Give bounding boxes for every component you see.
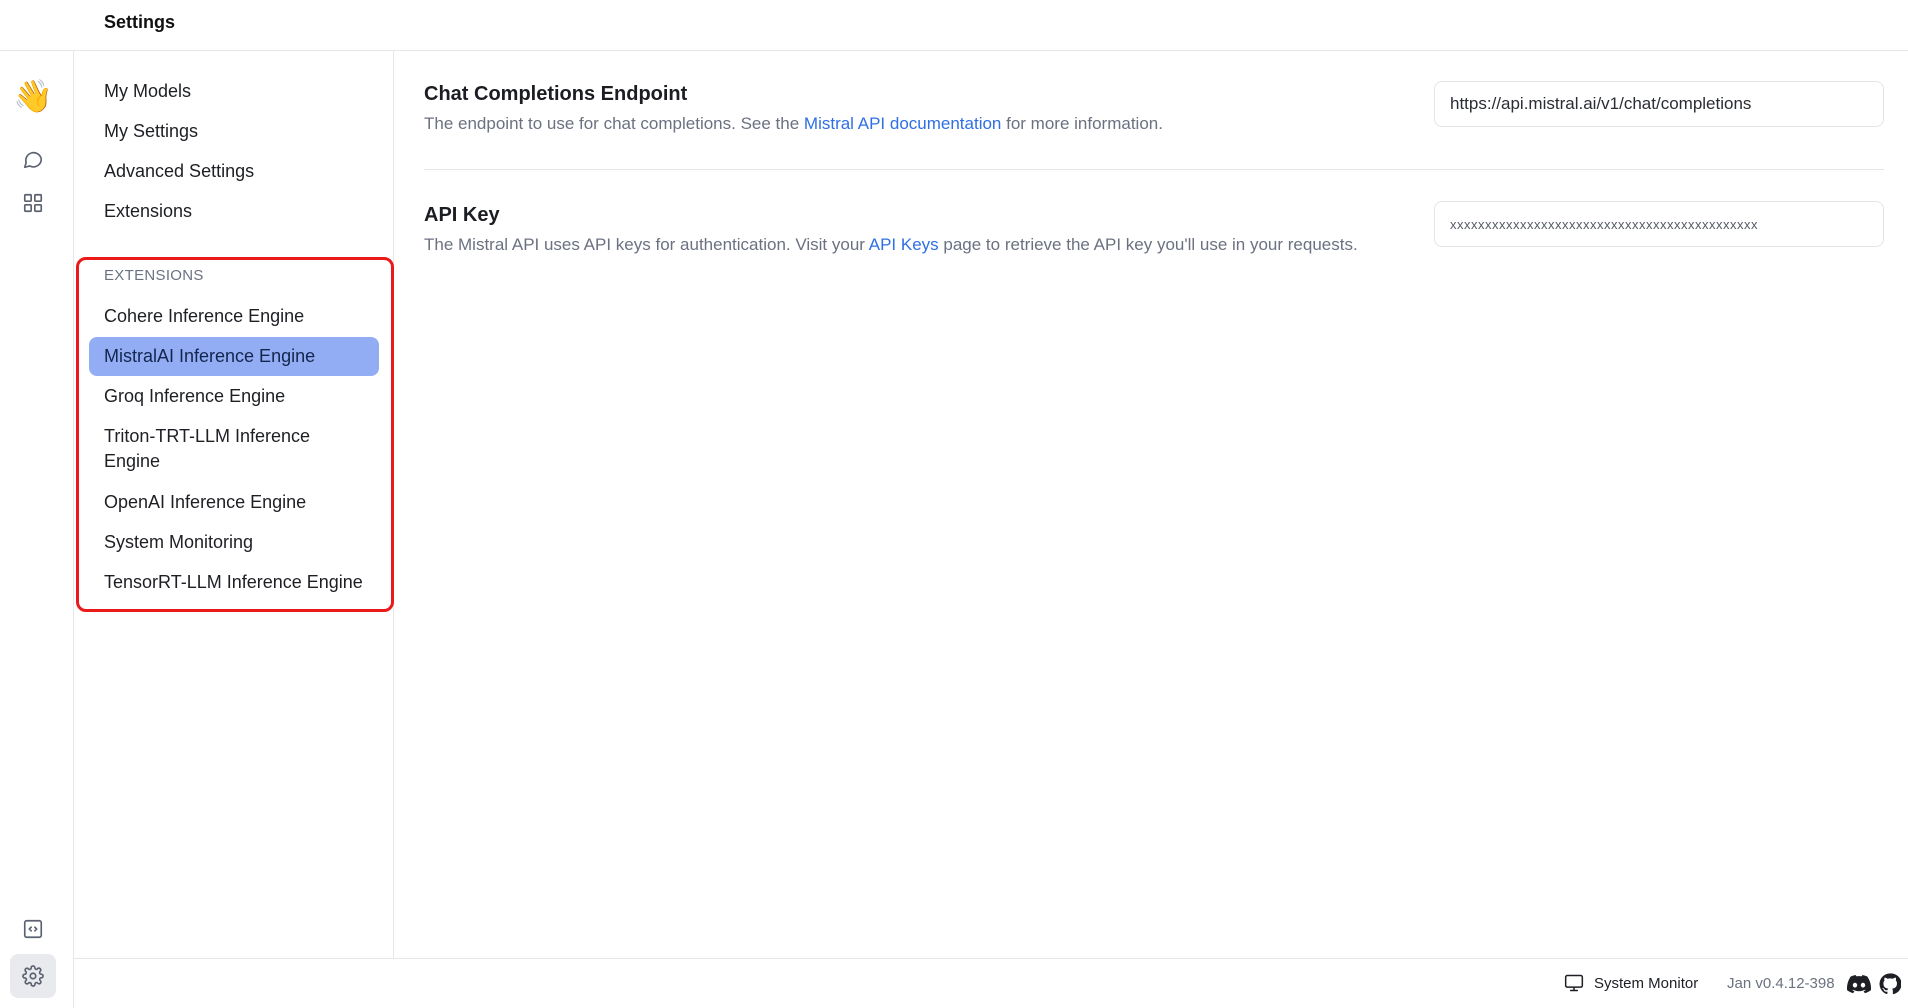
extension-item-triton-trt-llm[interactable]: Triton-TRT-LLM Inference Engine [89, 417, 339, 481]
version-label: Jan v0.4.12-398 [1727, 975, 1835, 992]
settings-icon[interactable] [10, 954, 56, 998]
monitor-icon [1564, 974, 1584, 992]
discord-icon[interactable] [1847, 972, 1871, 996]
api-key-input[interactable] [1434, 201, 1884, 247]
extensions-header: EXTENSIONS [104, 267, 204, 284]
nav-my-models[interactable]: My Models [104, 81, 191, 102]
divider [424, 169, 1884, 170]
api-server-icon[interactable] [10, 907, 56, 951]
settings-content: Chat Completions Endpoint The endpoint t… [394, 51, 1908, 958]
title-bar: Settings [0, 0, 1908, 51]
nav-extensions[interactable]: Extensions [104, 201, 192, 222]
status-bar: System Monitor Jan v0.4.12-398 [74, 958, 1908, 1008]
extension-item-tensorrt-llm[interactable]: TensorRT-LLM Inference Engine [89, 563, 379, 602]
nav-my-settings[interactable]: My Settings [104, 121, 198, 142]
extension-item-openai[interactable]: OpenAI Inference Engine [89, 483, 379, 522]
left-rail: 👋 [0, 51, 74, 1008]
endpoint-input[interactable] [1434, 81, 1884, 127]
system-monitor-button[interactable]: System Monitor [1564, 973, 1698, 993]
extension-item-groq[interactable]: Groq Inference Engine [89, 377, 379, 416]
chat-icon[interactable] [10, 137, 56, 181]
app-window: Settings 👋 My Models My Settings Advance… [0, 0, 1908, 1008]
hub-icon[interactable] [10, 181, 56, 225]
wave-icon[interactable]: 👋 [10, 74, 56, 118]
nav-advanced-settings[interactable]: Advanced Settings [104, 161, 254, 182]
extension-item-cohere[interactable]: Cohere Inference Engine [89, 297, 379, 336]
mistral-docs-link[interactable]: Mistral API documentation [804, 114, 1001, 133]
system-monitor-label: System Monitor [1594, 974, 1699, 992]
api-keys-link[interactable]: API Keys [869, 235, 939, 254]
extension-item-mistralai[interactable]: MistralAI Inference Engine [89, 337, 379, 376]
settings-sidebar: My Models My Settings Advanced Settings … [74, 51, 394, 958]
window-title: Settings [104, 12, 176, 32]
extension-item-system-monitoring[interactable]: System Monitoring [89, 523, 379, 562]
github-icon[interactable] [1878, 972, 1902, 996]
